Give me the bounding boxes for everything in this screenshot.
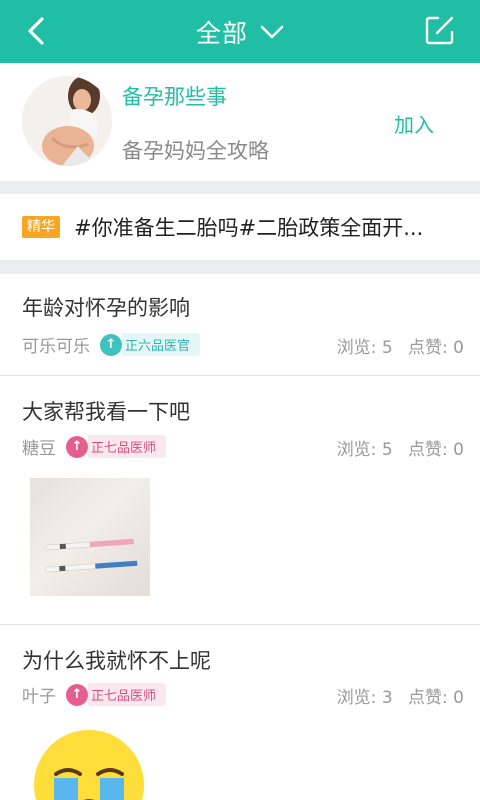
view-count: 浏览: 5 [336, 440, 393, 460]
rank-icon: ↑ [66, 435, 88, 458]
post-author: 叶子 [22, 687, 56, 707]
edit-icon[interactable] [424, 14, 456, 46]
group-name: 备孕那些事 [122, 85, 227, 109]
join-button[interactable]: 加入 [394, 109, 434, 138]
featured-badge: 精华 [22, 216, 60, 238]
rank-label: 正七品医师 [88, 435, 167, 458]
featured-text: #你准备生二胎吗#二胎政策全面开... [74, 216, 424, 240]
post-meta: 叶子 ↑ 正七品医师 [22, 682, 167, 707]
post-stats: 浏览: 5 点赞: 0 [327, 333, 464, 358]
like-count: 点赞: 0 [408, 688, 464, 708]
rank-label: 正七品医师 [88, 683, 167, 706]
rank-badge: ↑ 正六品医官 [100, 333, 201, 356]
divider [0, 260, 480, 274]
rank-icon: ↑ [100, 333, 122, 356]
post-stats: 浏览: 5 点赞: 0 [327, 435, 464, 460]
post-stats: 浏览: 3 点赞: 0 [327, 683, 464, 708]
pregnancy-test-image [45, 538, 138, 573]
post-item[interactable]: 大家帮我看一下吧 糖豆 ↑ 正七品医师 浏览: 5 点赞: 0 [0, 376, 480, 625]
view-count: 浏览: 5 [336, 338, 393, 358]
post-author: 糖豆 [22, 439, 56, 459]
divider [0, 181, 480, 194]
rank-label: 正六品医官 [122, 333, 201, 356]
like-count: 点赞: 0 [408, 338, 464, 358]
post-author: 可乐可乐 [22, 337, 90, 357]
top-bar: 全部 [0, 0, 480, 63]
post-meta: 可乐可乐 ↑ 正六品医官 [22, 332, 201, 357]
chevron-down-icon [260, 25, 284, 38]
featured-topic[interactable]: 精华 #你准备生二胎吗#二胎政策全面开... [0, 194, 480, 260]
rank-icon: ↑ [66, 683, 88, 706]
post-item[interactable]: 年龄对怀孕的影响 可乐可乐 ↑ 正六品医官 浏览: 5 点赞: 0 [0, 274, 480, 376]
group-card[interactable]: 备孕那些事 备孕妈妈全攻略 加入 [0, 63, 480, 181]
category-selector[interactable]: 全部 [0, 0, 480, 63]
group-description: 备孕妈妈全攻略 [122, 139, 269, 163]
post-photo[interactable] [30, 478, 150, 596]
view-count: 浏览: 3 [336, 688, 393, 708]
page-title: 全部 [195, 18, 248, 48]
pregnant-woman-image [22, 76, 112, 166]
post-meta: 糖豆 ↑ 正七品医师 [22, 434, 167, 459]
group-avatar [22, 76, 112, 166]
post-title: 年龄对怀孕的影响 [22, 296, 190, 320]
post-title: 为什么我就怀不上呢 [22, 649, 211, 673]
rank-badge: ↑ 正七品医师 [66, 683, 167, 706]
like-count: 点赞: 0 [408, 440, 464, 460]
post-title: 大家帮我看一下吧 [22, 400, 190, 424]
rank-badge: ↑ 正七品医师 [66, 435, 167, 458]
